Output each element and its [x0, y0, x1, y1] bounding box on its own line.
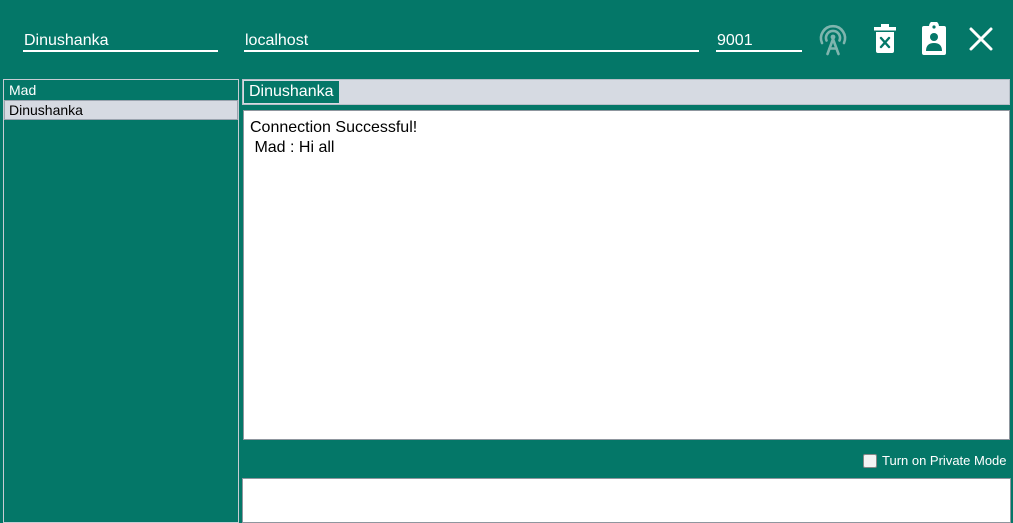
antenna-icon — [819, 24, 847, 56]
close-button[interactable] — [962, 20, 1000, 58]
close-icon — [969, 27, 993, 51]
message-line: Mad : Hi all — [250, 139, 335, 156]
clipboard-user-icon — [922, 22, 946, 55]
user-list-item[interactable]: Mad — [4, 80, 238, 100]
message-line: Connection Successful! — [250, 119, 418, 136]
username-field[interactable]: Dinushanka — [23, 30, 218, 52]
host-field[interactable]: localhost — [244, 30, 699, 52]
user-list-item-selected[interactable]: Dinushanka — [4, 100, 238, 120]
delete-button[interactable] — [866, 20, 904, 58]
port-field[interactable]: 9001 — [716, 30, 802, 52]
chat-tab-strip: Dinushanka — [242, 79, 1010, 105]
private-mode-checkbox[interactable] — [863, 454, 877, 468]
message-area[interactable]: Connection Successful! Mad : Hi all — [243, 110, 1010, 440]
tab-dinushanka[interactable]: Dinushanka — [244, 81, 339, 103]
top-bar: Dinushanka localhost 9001 — [0, 0, 1013, 76]
clipboard-button[interactable] — [915, 20, 953, 58]
message-input[interactable] — [242, 478, 1011, 523]
private-mode-label[interactable]: Turn on Private Mode — [882, 453, 1007, 468]
user-list: Mad Dinushanka — [3, 79, 239, 523]
delete-icon — [874, 24, 896, 53]
private-mode-row: Turn on Private Mode — [242, 442, 1013, 476]
connect-button[interactable] — [814, 20, 852, 58]
